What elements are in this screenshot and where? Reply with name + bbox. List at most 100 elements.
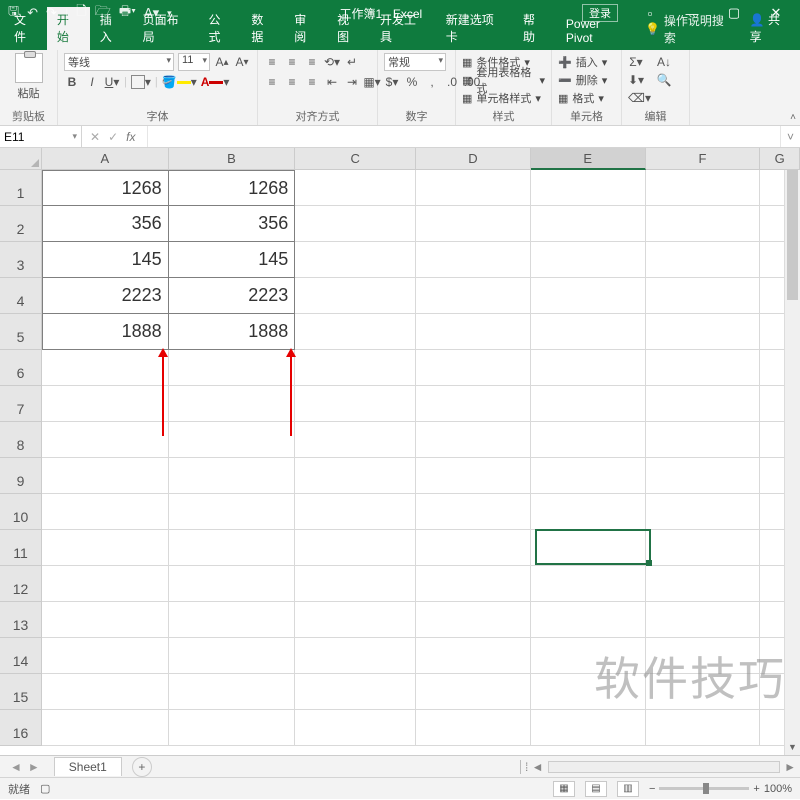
cell-C4[interactable] bbox=[295, 278, 416, 314]
cell-C8[interactable] bbox=[295, 422, 416, 458]
cell-F9[interactable] bbox=[646, 458, 761, 494]
cell-C7[interactable] bbox=[295, 386, 416, 422]
column-header-E[interactable]: E bbox=[531, 148, 646, 170]
name-box[interactable]: E11 bbox=[0, 126, 82, 147]
cell-E15[interactable] bbox=[531, 674, 646, 710]
cell-B13[interactable] bbox=[169, 602, 296, 638]
cell-A1[interactable]: 1268 bbox=[42, 170, 169, 206]
delete-cells-button[interactable]: ➖ 删除▾ bbox=[558, 71, 615, 89]
row-header-10[interactable]: 10 bbox=[0, 494, 42, 530]
cell-C13[interactable] bbox=[295, 602, 416, 638]
orientation-icon[interactable]: ⟲▾ bbox=[324, 54, 340, 70]
cell-C2[interactable] bbox=[295, 206, 416, 242]
cell-B2[interactable]: 356 bbox=[169, 206, 296, 242]
cell-C9[interactable] bbox=[295, 458, 416, 494]
cell-C5[interactable] bbox=[295, 314, 416, 350]
italic-button[interactable]: I bbox=[84, 74, 100, 90]
column-header-B[interactable]: B bbox=[169, 148, 296, 170]
cell-D16[interactable] bbox=[416, 710, 531, 746]
row-header-16[interactable]: 16 bbox=[0, 710, 42, 746]
cell-E3[interactable] bbox=[531, 242, 646, 278]
cell-C16[interactable] bbox=[295, 710, 416, 746]
row-header-8[interactable]: 8 bbox=[0, 422, 42, 458]
cell-A14[interactable] bbox=[42, 638, 169, 674]
row-header-2[interactable]: 2 bbox=[0, 206, 42, 242]
cell-D1[interactable] bbox=[416, 170, 531, 206]
zoom-slider[interactable] bbox=[659, 787, 749, 790]
spreadsheet-grid[interactable]: 12345678910111213141516 ABCDEFG 12681268… bbox=[0, 148, 800, 755]
cell-styles-button[interactable]: ▦ 单元格样式▾ bbox=[462, 89, 545, 107]
cell-D4[interactable] bbox=[416, 278, 531, 314]
cell-D6[interactable] bbox=[416, 350, 531, 386]
cell-C10[interactable] bbox=[295, 494, 416, 530]
cell-A6[interactable] bbox=[42, 350, 169, 386]
cell-E12[interactable] bbox=[531, 566, 646, 602]
vertical-scrollbar[interactable]: ▲ ▼ bbox=[784, 170, 800, 755]
cell-A10[interactable] bbox=[42, 494, 169, 530]
cell-B9[interactable] bbox=[169, 458, 296, 494]
confirm-fx-icon[interactable]: ✓ bbox=[108, 130, 118, 144]
zoom-out-icon[interactable]: − bbox=[649, 783, 655, 795]
tab-view[interactable]: 视图 bbox=[327, 7, 370, 50]
cell-B14[interactable] bbox=[169, 638, 296, 674]
align-top-icon[interactable]: ≡ bbox=[264, 54, 280, 70]
row-header-7[interactable]: 7 bbox=[0, 386, 42, 422]
paste-button[interactable]: 粘贴 bbox=[6, 53, 51, 101]
cell-F7[interactable] bbox=[646, 386, 761, 422]
wrap-text-icon[interactable]: ↵ bbox=[344, 54, 360, 70]
collapse-ribbon-icon[interactable]: ˄ bbox=[790, 112, 796, 123]
row-header-4[interactable]: 4 bbox=[0, 278, 42, 314]
column-header-F[interactable]: F bbox=[646, 148, 761, 170]
scroll-down-icon[interactable]: ▼ bbox=[785, 739, 800, 755]
row-header-14[interactable]: 14 bbox=[0, 638, 42, 674]
row-header-13[interactable]: 13 bbox=[0, 602, 42, 638]
cell-F10[interactable] bbox=[646, 494, 761, 530]
cell-A15[interactable] bbox=[42, 674, 169, 710]
undo-icon[interactable]: ↶ bbox=[27, 5, 38, 21]
cell-E10[interactable] bbox=[531, 494, 646, 530]
cell-F15[interactable] bbox=[646, 674, 761, 710]
cell-C12[interactable] bbox=[295, 566, 416, 602]
row-header-11[interactable]: 11 bbox=[0, 530, 42, 566]
clear-icon[interactable]: ⌫▾ bbox=[628, 90, 651, 106]
sheet-tab[interactable]: Sheet1 bbox=[54, 757, 122, 776]
tab-review[interactable]: 审阅 bbox=[284, 7, 327, 50]
cell-A11[interactable] bbox=[42, 530, 169, 566]
cell-C15[interactable] bbox=[295, 674, 416, 710]
cell-E9[interactable] bbox=[531, 458, 646, 494]
cell-B7[interactable] bbox=[169, 386, 296, 422]
tab-formula[interactable]: 公式 bbox=[198, 7, 241, 50]
font-name-combo[interactable]: 等线 bbox=[64, 53, 174, 71]
fx-icon[interactable]: fx bbox=[126, 130, 139, 144]
cell-C1[interactable] bbox=[295, 170, 416, 206]
indent-inc-icon[interactable]: ⇥ bbox=[344, 74, 360, 90]
column-header-A[interactable]: A bbox=[42, 148, 169, 170]
cell-E14[interactable] bbox=[531, 638, 646, 674]
row-header-3[interactable]: 3 bbox=[0, 242, 42, 278]
row-header-6[interactable]: 6 bbox=[0, 350, 42, 386]
percent-icon[interactable]: % bbox=[404, 74, 420, 90]
cell-B3[interactable]: 145 bbox=[169, 242, 296, 278]
cell-A16[interactable] bbox=[42, 710, 169, 746]
cell-A12[interactable] bbox=[42, 566, 169, 602]
expand-fx-icon[interactable]: ˅ bbox=[780, 126, 800, 147]
align-middle-icon[interactable]: ≡ bbox=[284, 54, 300, 70]
row-header-9[interactable]: 9 bbox=[0, 458, 42, 494]
cell-F4[interactable] bbox=[646, 278, 761, 314]
cell-D8[interactable] bbox=[416, 422, 531, 458]
add-sheet-button[interactable]: + bbox=[132, 757, 152, 777]
cell-F2[interactable] bbox=[646, 206, 761, 242]
comma-icon[interactable]: , bbox=[424, 74, 440, 90]
cell-A9[interactable] bbox=[42, 458, 169, 494]
cell-F11[interactable] bbox=[646, 530, 761, 566]
align-bottom-icon[interactable]: ≡ bbox=[304, 54, 320, 70]
macro-record-icon[interactable]: ▢ bbox=[40, 782, 50, 795]
cell-F14[interactable] bbox=[646, 638, 761, 674]
cell-D2[interactable] bbox=[416, 206, 531, 242]
tab-layout[interactable]: 页面布局 bbox=[133, 7, 199, 50]
cell-A5[interactable]: 1888 bbox=[42, 314, 169, 350]
cell-D9[interactable] bbox=[416, 458, 531, 494]
cell-C11[interactable] bbox=[295, 530, 416, 566]
formula-input[interactable] bbox=[148, 126, 780, 147]
format-cells-button[interactable]: ▦ 格式▾ bbox=[558, 89, 615, 107]
